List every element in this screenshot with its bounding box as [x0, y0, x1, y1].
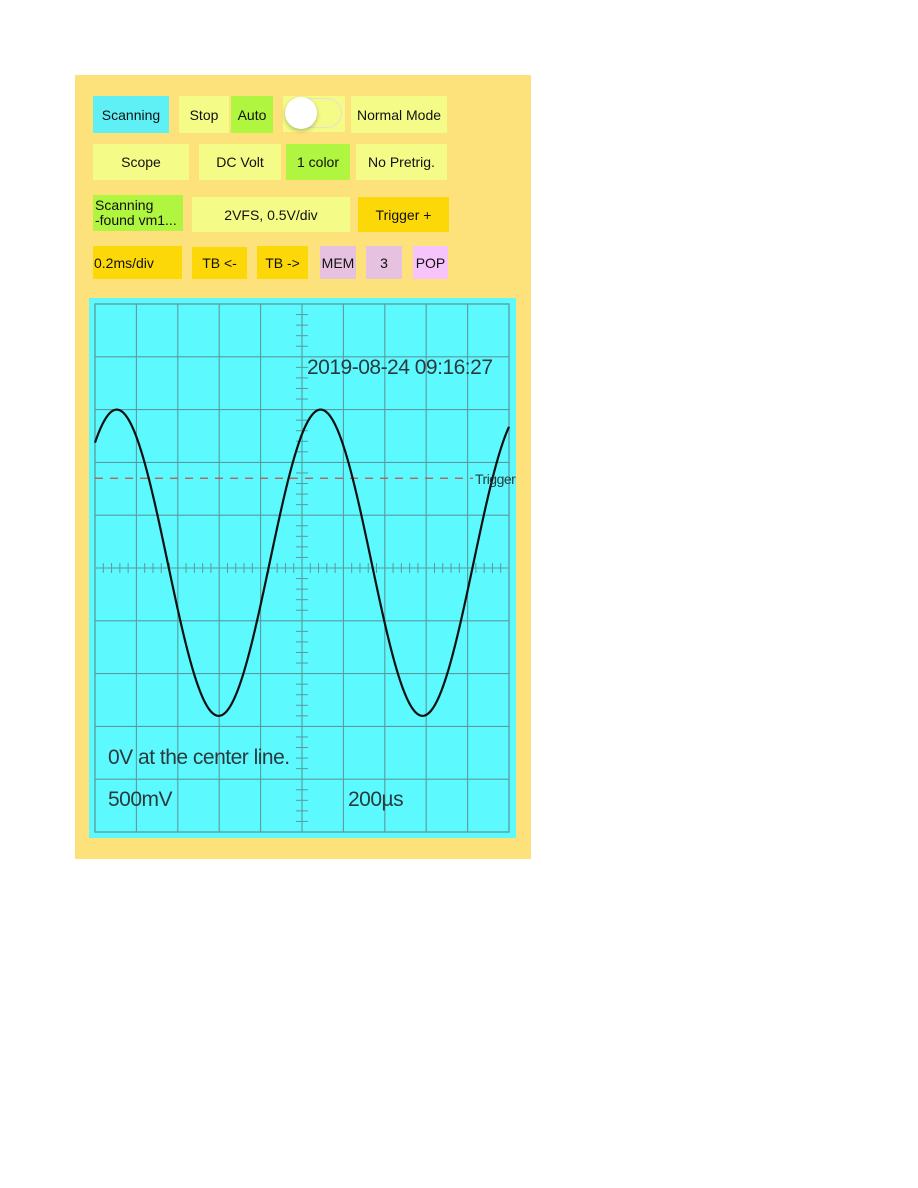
scanning-button[interactable]: Scanning: [93, 96, 169, 133]
auto-button[interactable]: Auto: [231, 96, 273, 133]
mode-toggle[interactable]: [283, 96, 345, 132]
pop-button[interactable]: POP: [413, 246, 448, 279]
scope-button[interactable]: Scope: [93, 144, 189, 180]
timebase-button[interactable]: 0.2ms/div: [93, 246, 182, 279]
trigger-label: Trigger: [475, 471, 516, 487]
toggle-knob: [285, 97, 317, 129]
center-line-note: 0V at the center line.: [108, 746, 290, 769]
dc-volt-button[interactable]: DC Volt: [199, 144, 281, 180]
scan-status-button[interactable]: Scanning -found vm1...: [93, 195, 183, 231]
mem-button[interactable]: MEM: [320, 246, 356, 279]
trigger-button[interactable]: Trigger +: [358, 197, 449, 232]
volts-per-div-label: 500mV: [108, 788, 173, 811]
scan-status-line1: Scanning: [95, 197, 154, 213]
timestamp-label: 2019-08-24 09:16:27: [307, 356, 493, 379]
tb-right-button[interactable]: TB ->: [257, 246, 308, 279]
range-button[interactable]: 2VFS, 0.5V/div: [192, 197, 350, 232]
mem-slot-button[interactable]: 3: [366, 246, 402, 279]
color-button[interactable]: 1 color: [286, 144, 350, 180]
scope-screen[interactable]: 2019-08-24 09:16:27 Trigger 0V at the ce…: [89, 298, 516, 838]
scan-status-line2: -found vm1...: [95, 212, 177, 228]
stop-button[interactable]: Stop: [179, 96, 229, 133]
time-per-div-label: 200µs: [348, 788, 404, 811]
normal-mode-button[interactable]: Normal Mode: [351, 96, 447, 133]
pretrig-button[interactable]: No Pretrig.: [356, 144, 447, 180]
tb-left-button[interactable]: TB <-: [192, 247, 247, 279]
